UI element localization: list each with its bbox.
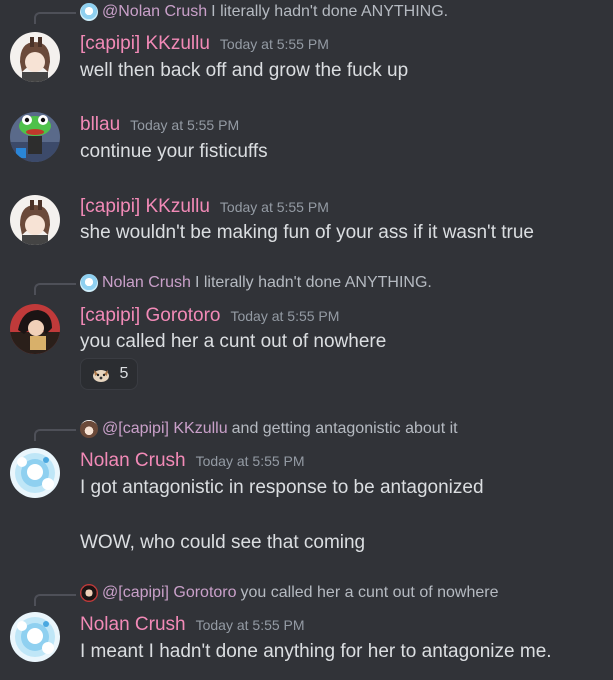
reply-preview[interactable]: Nolan Crush I literally hadn't done ANYT… — [80, 274, 432, 292]
avatar[interactable] — [10, 112, 60, 162]
reply-author[interactable]: @Nolan Crush — [102, 3, 207, 21]
reply-preview[interactable]: @[capipi] Gorotoro you called her a cunt… — [80, 584, 498, 602]
avatar[interactable] — [10, 612, 60, 662]
avatar[interactable] — [10, 304, 60, 354]
message-text: continue your fisticuffs — [80, 141, 268, 162]
reply-connector — [34, 283, 76, 295]
reply-connector — [34, 594, 76, 606]
avatar[interactable] — [10, 195, 60, 245]
reply-text: I literally hadn't done ANYTHING. — [194, 274, 432, 291]
reply-connector — [34, 12, 76, 24]
timestamp: Today at 5:55 PM — [195, 453, 305, 469]
nolan-avatar-icon — [80, 3, 98, 21]
avatar[interactable] — [10, 32, 60, 82]
reply-connector — [34, 429, 76, 441]
username[interactable]: [capipi] KKzullu — [80, 33, 210, 55]
username[interactable]: Nolan Crush — [80, 450, 186, 472]
gorotoro-avatar-icon — [80, 584, 98, 602]
reply-text: you called her a cunt out of nowhere — [240, 584, 499, 601]
reply-author[interactable]: @[capipi] Gorotoro — [102, 584, 237, 602]
timestamp: Today at 5:55 PM — [130, 117, 240, 133]
message-text: I got antagonistic in response to be ant… — [80, 477, 484, 498]
message-text: I meant I hadn't done anything for her t… — [80, 641, 552, 662]
reply-text: I literally hadn't done ANYTHING. — [211, 3, 449, 20]
reply-author[interactable]: @[capipi] KKzullu — [102, 420, 228, 438]
kkzullu-avatar-icon — [80, 420, 98, 438]
username[interactable]: bllau — [80, 114, 120, 136]
timestamp: Today at 5:55 PM — [219, 199, 329, 215]
avatar[interactable] — [10, 448, 60, 498]
message-text: well then back off and grow the fuck up — [80, 60, 409, 81]
message-text: WOW, who could see that coming — [80, 532, 366, 553]
message-text: she wouldn't be making fun of your ass i… — [80, 222, 534, 243]
reply-preview[interactable]: @[capipi] KKzullu and getting antagonist… — [80, 420, 458, 438]
nolan-avatar-icon — [80, 274, 98, 292]
message-text: you called her a cunt out of nowhere — [80, 331, 387, 352]
timestamp: Today at 5:55 PM — [219, 36, 329, 52]
username[interactable]: [capipi] Gorotoro — [80, 305, 220, 327]
username[interactable]: [capipi] KKzullu — [80, 196, 210, 218]
reply-author[interactable]: Nolan Crush — [102, 274, 191, 292]
reply-preview[interactable]: @Nolan Crush I literally hadn't done ANY… — [80, 3, 448, 21]
reaction-button[interactable]: 5 — [80, 358, 138, 390]
reaction-count: 5 — [119, 365, 129, 382]
username[interactable]: Nolan Crush — [80, 614, 186, 636]
timestamp: Today at 5:55 PM — [230, 308, 340, 324]
timestamp: Today at 5:55 PM — [195, 617, 305, 633]
dog-emoji-icon — [92, 370, 109, 382]
reply-text: and getting antagonistic about it — [231, 420, 458, 437]
